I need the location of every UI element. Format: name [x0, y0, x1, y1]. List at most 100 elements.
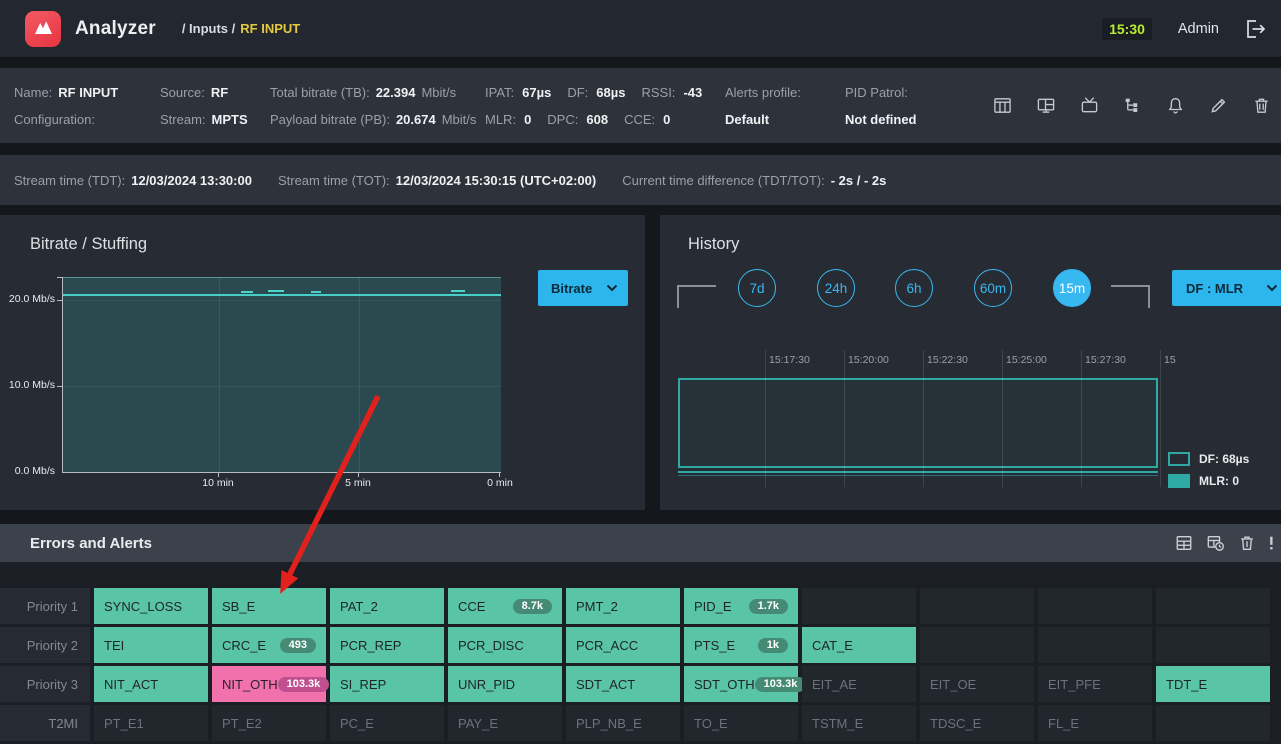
error-tile-EIT_OE[interactable]: EIT_OE: [920, 666, 1034, 702]
bell-icon[interactable]: [1166, 96, 1185, 115]
error-tile-EIT_AE[interactable]: EIT_AE: [802, 666, 916, 702]
error-tile-FL_E[interactable]: FL_E: [1038, 705, 1152, 741]
edit-icon[interactable]: [1209, 96, 1228, 115]
tile-label: PC_E: [340, 715, 374, 731]
error-tile-TO_E[interactable]: TO_E: [684, 705, 798, 741]
cce-value: 0: [663, 111, 671, 127]
tv-icon[interactable]: [1080, 96, 1099, 115]
breadcrumb-prefix[interactable]: / Inputs /: [182, 21, 235, 36]
tile-label: CRC_E: [222, 637, 267, 653]
total-bitrate-series: [63, 277, 501, 278]
error-tile-CAT_E[interactable]: CAT_E: [802, 627, 916, 663]
mlr-series-line: [678, 471, 1158, 473]
tree-icon[interactable]: [1123, 96, 1142, 115]
clear-errors-icon[interactable]: [1238, 534, 1256, 552]
bitrate-metric-value: Bitrate: [551, 280, 593, 296]
info-col-name: Name: RF INPUT Configuration:: [14, 68, 118, 143]
x-axis-tick-label: 0 min: [487, 477, 513, 489]
tile-label: TSTM_E: [812, 715, 864, 731]
tile-label: SYNC_LOSS: [104, 598, 183, 614]
tile-label: EIT_AE: [812, 676, 857, 692]
user-name[interactable]: Admin: [1178, 21, 1219, 37]
errors-row-label-priority-3: Priority 3: [0, 666, 90, 702]
error-tile-TSTM_E[interactable]: TSTM_E: [802, 705, 916, 741]
bitrate-chart: [62, 277, 501, 473]
stream-value: MPTS: [211, 111, 248, 127]
tot-label: Stream time (TOT):: [277, 172, 390, 188]
tile-label: EIT_OE: [930, 676, 977, 692]
error-tile-SDT_ACT[interactable]: SDT_ACT: [566, 666, 680, 702]
df-value: 68µs: [596, 84, 626, 100]
top-bar: Analyzer / Inputs / RF INPUT 15:30 Admin: [0, 0, 1281, 57]
error-tile-NIT_ACT[interactable]: NIT_ACT: [94, 666, 208, 702]
error-tile-PT_E2[interactable]: PT_E2: [212, 705, 326, 741]
history-panel: History 7d 24h 6h 60m 15m DF : MLR 15:17:30 1…: [660, 215, 1281, 510]
gridline: [63, 386, 501, 387]
cce-label: CCE:: [624, 111, 656, 127]
tdt-value: 12/03/2024 13:30:00: [131, 172, 252, 188]
tile-label: SB_E: [222, 598, 256, 614]
error-tile-TDT_E[interactable]: TDT_E: [1156, 666, 1270, 702]
errors-row-label-priority-1: Priority 1: [0, 588, 90, 624]
error-tile-SDT_OTH[interactable]: SDT_OTH 103.3k: [684, 666, 807, 702]
error-tile-PCR_REP[interactable]: PCR_REP: [330, 627, 444, 663]
bitrate-metric-dropdown[interactable]: Bitrate: [538, 270, 628, 306]
error-tile-PAY_E[interactable]: PAY_E: [448, 705, 562, 741]
grid-history-icon[interactable]: [1206, 534, 1225, 552]
error-tile-UNR_PID[interactable]: UNR_PID: [448, 666, 562, 702]
bitrate-panel-title: Bitrate / Stuffing: [30, 235, 148, 253]
name-label: Name:: [14, 84, 53, 100]
chevron-down-icon: [606, 284, 618, 292]
analyzer-logo[interactable]: [25, 10, 61, 47]
payload-bitrate-label: Payload bitrate (PB):: [270, 111, 390, 127]
error-tile-PCR_DISC[interactable]: PCR_DISC: [448, 627, 562, 663]
mlr-value: 0: [524, 111, 532, 127]
gridline: [359, 277, 360, 472]
mosaic-icon[interactable]: [1036, 96, 1056, 115]
error-tile-CRC_E[interactable]: CRC_E 493: [212, 627, 326, 663]
error-tile-PAT_2[interactable]: PAT_2: [330, 588, 444, 624]
legend-item-mlr: MLR: 0: [1168, 474, 1239, 488]
delete-icon[interactable]: [1252, 96, 1271, 115]
ipat-value: 67µs: [522, 84, 552, 100]
layout-columns-icon[interactable]: [993, 96, 1012, 115]
x-axis-tick: [358, 472, 359, 477]
stream-label: Stream:: [160, 111, 206, 127]
tot-value: 12/03/2024 15:30:15 (UTC+02:00): [395, 172, 597, 188]
error-tile-SB_E[interactable]: SB_E: [212, 588, 326, 624]
error-tile-TEI[interactable]: TEI: [94, 627, 208, 663]
grid-view-icon[interactable]: [1175, 534, 1193, 552]
logout-icon[interactable]: [1243, 17, 1267, 41]
tile-badge: 1k: [757, 637, 788, 653]
history-gridline: [844, 350, 845, 487]
total-bitrate-value: 22.394: [375, 84, 416, 100]
error-tile-NIT_OTH[interactable]: NIT_OTH 103.3k: [212, 666, 330, 702]
errors-row-label-t2mi: T2MI: [0, 705, 90, 741]
error-tile-PMT_2[interactable]: PMT_2: [566, 588, 680, 624]
tile-label: NIT_ACT: [104, 676, 159, 692]
error-tile-PC_E[interactable]: PC_E: [330, 705, 444, 741]
payload-bitrate-value: 20.674: [395, 111, 436, 127]
y-axis-tick-label: 0.0 Mb/s: [14, 465, 55, 477]
error-tile-PTS_E[interactable]: PTS_E 1k: [684, 627, 798, 663]
tile-label: TO_E: [694, 715, 728, 731]
error-tile-SI_REP[interactable]: SI_REP: [330, 666, 444, 702]
error-tile-EIT_PFE[interactable]: EIT_PFE: [1038, 666, 1152, 702]
clipped-icon-fragment[interactable]: [1269, 534, 1275, 552]
tile-label: PAY_E: [458, 715, 498, 731]
alerts-profile-label: Alerts profile:: [725, 84, 801, 100]
input-info-bar: Name: RF INPUT Configuration: Source: RF S…: [0, 68, 1281, 143]
mlr-legend-swatch: [1168, 474, 1190, 488]
clock-badge: 15:30: [1102, 17, 1152, 40]
error-tile-PID_E[interactable]: PID_E 1.7k: [684, 588, 798, 624]
error-tile-CCE[interactable]: CCE 8.7k: [448, 588, 562, 624]
error-tile-PLP_NB_E[interactable]: PLP_NB_E: [566, 705, 680, 741]
info-col-pid-patrol: PID Patrol: Not defined: [845, 68, 917, 143]
pid-patrol-value: Not defined: [845, 111, 917, 127]
error-tile-SYNC_LOSS[interactable]: SYNC_LOSS: [94, 588, 208, 624]
error-tile-PCR_ACC[interactable]: PCR_ACC: [566, 627, 680, 663]
df-legend-swatch: [1168, 452, 1190, 466]
error-tile-TDSC_E[interactable]: TDSC_E: [920, 705, 1034, 741]
error-tile-PT_E1[interactable]: PT_E1: [94, 705, 208, 741]
y-axis-tick-label: 10.0 Mb/s: [8, 379, 55, 391]
